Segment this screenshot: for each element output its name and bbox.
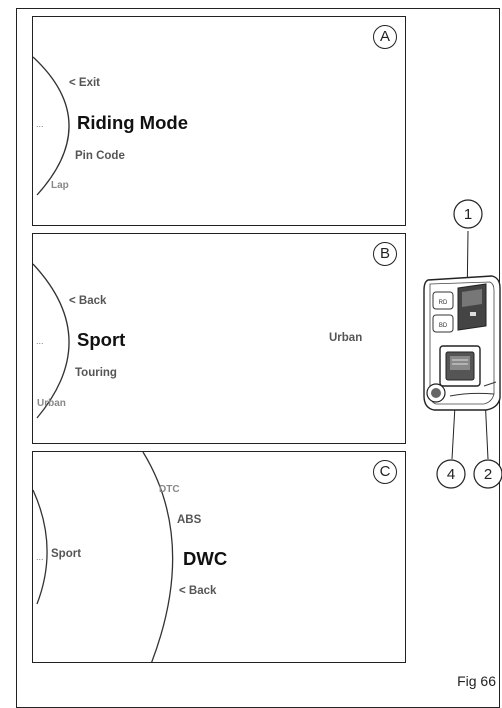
- menu-item-riding-mode[interactable]: Riding Mode: [77, 112, 188, 134]
- menu-item-sport[interactable]: Sport: [77, 329, 125, 351]
- switch-housing: RD BD: [423, 275, 501, 411]
- ellipsis: ...: [36, 336, 44, 346]
- menu-item-dtc[interactable]: DTC: [159, 484, 180, 495]
- menu-item-pin-code[interactable]: Pin Code: [75, 150, 125, 162]
- rocker-button-icon: [457, 283, 487, 331]
- menu-item-abs[interactable]: ABS: [177, 514, 201, 526]
- menu-item-sport[interactable]: Sport: [51, 548, 81, 560]
- panel-letter: B: [373, 242, 397, 266]
- ellipsis: ...: [36, 552, 44, 562]
- menu-item-back[interactable]: < Back: [179, 585, 216, 597]
- callout-2: 2: [473, 459, 502, 489]
- panel-b: B ... < Back Sport Touring Urban Urban: [32, 233, 406, 444]
- menu-item-urban-faded[interactable]: Urban: [37, 398, 66, 409]
- panel-letter: A: [373, 25, 397, 49]
- menu-item-back[interactable]: < Back: [69, 295, 106, 307]
- rd-label: RD: [439, 300, 448, 306]
- panel-a: A ... < Exit Riding Mode Pin Code Lap: [32, 16, 406, 226]
- ellipsis: ...: [36, 119, 44, 129]
- callout-number: 1: [464, 206, 472, 223]
- menu-item-dwc[interactable]: DWC: [183, 548, 227, 570]
- bd-label: BD: [439, 323, 448, 329]
- menu-item-exit[interactable]: < Exit: [69, 77, 100, 89]
- handlebar-switch-illustration: 1 2 4 RD BD: [423, 199, 502, 489]
- callout-number: 2: [484, 466, 492, 483]
- menu-item-lap[interactable]: Lap: [51, 180, 69, 191]
- center-button-icon: [439, 345, 481, 387]
- menu-item-touring[interactable]: Touring: [75, 367, 117, 379]
- callout-number: 4: [447, 466, 455, 483]
- figure-label: Fig 66: [457, 673, 496, 689]
- callout-4: 4: [436, 459, 466, 489]
- callout-1: 1: [453, 199, 483, 229]
- horn-button-icon: [426, 383, 446, 403]
- menu-item-urban[interactable]: Urban: [329, 332, 362, 344]
- panel-c: C ... Sport DTC ABS DWC < Back: [32, 451, 406, 663]
- panel-letter: C: [373, 460, 397, 484]
